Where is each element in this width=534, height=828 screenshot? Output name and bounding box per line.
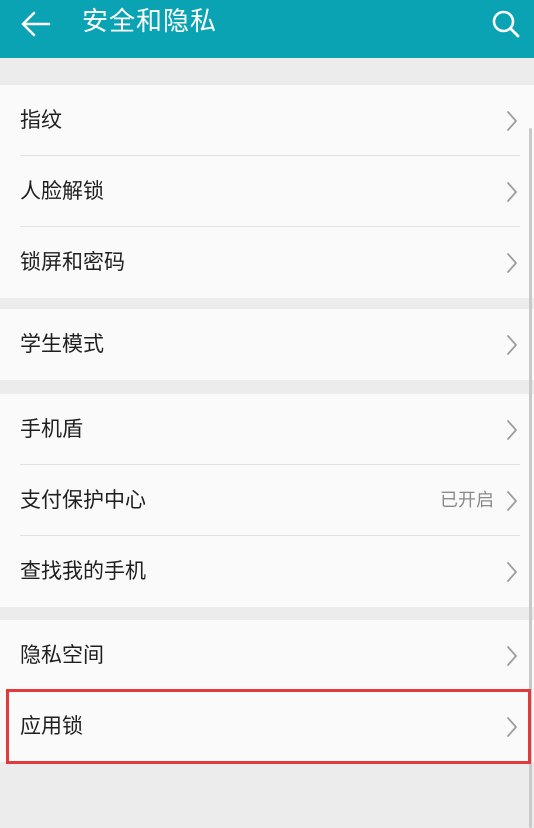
status-text: 已开启 [440, 490, 494, 511]
settings-item-label: 手机盾 [20, 417, 83, 441]
settings-item-find-my-phone[interactable]: 查找我的手机 [0, 536, 534, 607]
scrollbar[interactable] [529, 128, 532, 828]
settings-item-fingerprint[interactable]: 指纹 [0, 85, 534, 156]
search-button[interactable] [484, 2, 528, 46]
back-button[interactable] [14, 4, 58, 44]
chevron-right-icon [507, 491, 517, 511]
arrow-left-icon [21, 11, 51, 37]
settings-group-privacy: 隐私空间 应用锁 [0, 620, 534, 762]
app-bar: 安全和隐私 [0, 0, 534, 58]
settings-item-private-space[interactable]: 隐私空间 [0, 620, 534, 691]
chevron-right-icon [507, 182, 517, 202]
settings-item-label: 应用锁 [20, 714, 83, 738]
settings-item-student-mode[interactable]: 学生模式 [0, 309, 534, 380]
chevron-right-icon [507, 420, 517, 440]
settings-item-label: 查找我的手机 [20, 559, 146, 583]
settings-group-biometrics: 指纹 人脸解锁 锁屏和密码 [0, 85, 534, 298]
settings-item-lock-screen-password[interactable]: 锁屏和密码 [0, 227, 534, 298]
settings-item-label: 锁屏和密码 [20, 250, 125, 274]
settings-item-label: 学生模式 [20, 332, 104, 356]
settings-item-face-unlock[interactable]: 人脸解锁 [0, 156, 534, 227]
page-title: 安全和隐私 [82, 7, 218, 37]
settings-item-label: 隐私空间 [20, 643, 104, 667]
chevron-right-icon [507, 335, 517, 355]
settings-item-payment-protection[interactable]: 支付保护中心 已开启 [0, 465, 534, 536]
settings-group-security: 手机盾 支付保护中心 已开启 查找我的手机 [0, 394, 534, 607]
settings-item-app-lock[interactable]: 应用锁 [0, 691, 534, 762]
chevron-right-icon [507, 717, 517, 737]
chevron-right-icon [507, 253, 517, 273]
chevron-right-icon [507, 646, 517, 666]
settings-item-label: 指纹 [20, 108, 62, 132]
settings-list: 指纹 人脸解锁 锁屏和密码 学生模式 手机盾 支付保护中心 已开启 查找我的手机… [0, 58, 534, 828]
search-icon [492, 10, 520, 38]
settings-group-student: 学生模式 [0, 309, 534, 380]
settings-item-label: 支付保护中心 [20, 488, 146, 512]
settings-item-label: 人脸解锁 [20, 179, 104, 203]
chevron-right-icon [507, 111, 517, 131]
chevron-right-icon [507, 562, 517, 582]
settings-item-phone-shield[interactable]: 手机盾 [0, 394, 534, 465]
